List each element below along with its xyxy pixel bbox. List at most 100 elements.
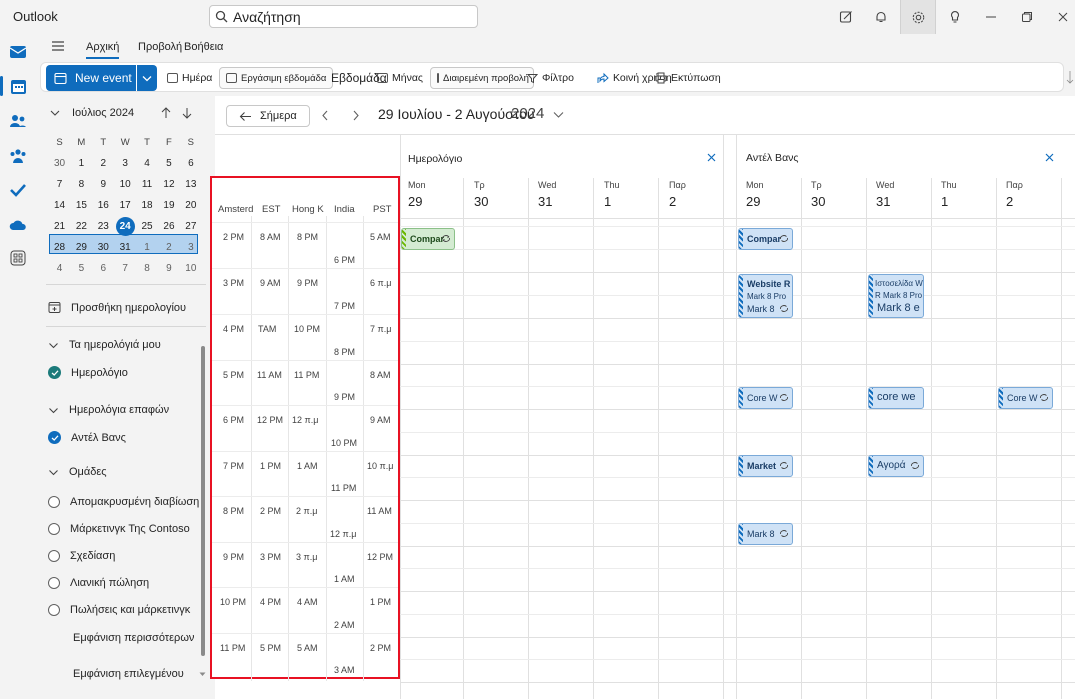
notifications-button[interactable] bbox=[866, 4, 896, 30]
mini-day[interactable]: 8 bbox=[71, 174, 92, 195]
mini-day[interactable]: 1 bbox=[71, 153, 92, 174]
rail-onedrive[interactable] bbox=[8, 215, 28, 235]
mini-day[interactable]: 10 bbox=[115, 174, 136, 195]
mini-day[interactable]: 19 bbox=[158, 195, 179, 216]
new-event-button[interactable]: New event bbox=[46, 65, 136, 91]
mini-day[interactable]: 11 bbox=[137, 174, 158, 195]
mini-day[interactable]: 7 bbox=[115, 258, 136, 279]
rail-groups[interactable] bbox=[8, 146, 28, 166]
show-selected-link[interactable]: Εμφάνιση επιλεγμένου bbox=[73, 668, 184, 680]
group-item[interactable]: Σχεδίαση bbox=[48, 550, 115, 562]
rail-people[interactable] bbox=[8, 111, 28, 131]
mini-day[interactable]: 5 bbox=[71, 258, 92, 279]
add-calendar-link[interactable]: Προσθήκη ημερολογίου bbox=[48, 301, 186, 314]
day-view-button[interactable]: Ημέρα bbox=[167, 67, 212, 89]
tab-home[interactable]: Αρχική bbox=[86, 41, 120, 59]
mini-day[interactable]: 29 bbox=[71, 237, 92, 258]
mini-day[interactable]: 8 bbox=[137, 258, 158, 279]
calendar-event[interactable]: Website R Mark 8 Pro Mark 8 bbox=[738, 274, 793, 318]
tab-view[interactable]: Προβολή bbox=[138, 41, 182, 53]
date-range-dropdown[interactable] bbox=[553, 111, 564, 119]
calendar-event[interactable]: Mark 8 bbox=[738, 523, 793, 545]
mini-day[interactable]: 20 bbox=[180, 195, 201, 216]
calendar-event[interactable]: core we bbox=[868, 387, 924, 409]
next-week-button[interactable] bbox=[352, 110, 360, 121]
mini-day[interactable]: 30 bbox=[93, 237, 114, 258]
calendar-event[interactable]: Core W bbox=[998, 387, 1053, 409]
mini-day[interactable]: 18 bbox=[137, 195, 158, 216]
mini-day[interactable]: 3 bbox=[180, 237, 201, 258]
day-header[interactable]: Παρ 2 bbox=[669, 180, 733, 209]
left-panel-scrollbar[interactable] bbox=[201, 346, 205, 656]
mini-day[interactable]: 26 bbox=[158, 216, 179, 237]
hamburger-menu-button[interactable] bbox=[51, 40, 65, 52]
contact-calendars-section[interactable]: Ημερολόγια επαφών bbox=[48, 404, 169, 416]
rail-mail[interactable] bbox=[8, 41, 28, 61]
mini-day[interactable]: 3 bbox=[115, 153, 136, 174]
month-view-button[interactable]: Μήνας bbox=[377, 67, 423, 89]
group-item[interactable]: Απομακρυσμένη διαβίωση bbox=[48, 496, 199, 508]
mini-day[interactable]: 21 bbox=[49, 216, 70, 237]
mini-day[interactable]: 12 bbox=[158, 174, 179, 195]
mini-day[interactable]: 4 bbox=[137, 153, 158, 174]
calendar-item-contact[interactable]: Αντέλ Βανς bbox=[48, 431, 126, 444]
mini-day[interactable]: 9 bbox=[158, 258, 179, 279]
ribbon-overflow-icon[interactable] bbox=[1066, 70, 1074, 84]
minimize-button[interactable] bbox=[976, 4, 1006, 30]
calendar-event[interactable]: Market bbox=[738, 455, 793, 477]
show-more-link[interactable]: Εμφάνιση περισσότερων bbox=[73, 632, 194, 644]
filter-button[interactable]: Φίλτρο bbox=[527, 67, 574, 89]
groups-section[interactable]: Ομάδες bbox=[48, 466, 107, 478]
mini-day[interactable]: 15 bbox=[71, 195, 92, 216]
search-input[interactable]: Αναζήτηση bbox=[209, 5, 478, 28]
print-button[interactable]: Εκτύπωση bbox=[655, 67, 721, 89]
mini-day[interactable]: 6 bbox=[93, 258, 114, 279]
calendar-item-calendar[interactable]: Ημερολόγιο bbox=[48, 366, 128, 379]
calendar-event[interactable]: Compar bbox=[738, 228, 793, 250]
group-item[interactable]: Λιανική πώληση bbox=[48, 577, 149, 589]
group-item[interactable]: Μάρκετινγκ Της Contoso bbox=[48, 523, 190, 535]
tips-button[interactable] bbox=[940, 4, 970, 30]
mini-day[interactable]: 17 bbox=[115, 195, 136, 216]
mini-day[interactable]: 4 bbox=[49, 258, 70, 279]
mini-day[interactable]: 22 bbox=[71, 216, 92, 237]
mini-day[interactable]: 31 bbox=[115, 237, 136, 258]
mini-day[interactable]: 7 bbox=[49, 174, 70, 195]
calendar-event[interactable]: Ιστοσελίδα Web R Mark 8 Pro Mark 8 e bbox=[868, 274, 924, 318]
split-view-button[interactable]: Διαιρεμένη προβολή bbox=[430, 67, 534, 89]
restore-button[interactable] bbox=[1012, 4, 1042, 30]
mini-day[interactable]: 5 bbox=[158, 153, 179, 174]
calendar-event[interactable]: Core W bbox=[738, 387, 793, 409]
mini-day[interactable]: 2 bbox=[93, 153, 114, 174]
mini-day[interactable]: 13 bbox=[180, 174, 201, 195]
mini-day[interactable]: 27 bbox=[180, 216, 201, 237]
group-item[interactable]: Πωλήσεις και μάρκετινγκ bbox=[48, 604, 190, 616]
calendar-event[interactable]: Αγορά bbox=[868, 455, 924, 477]
today-button[interactable]: Σήμερα bbox=[226, 105, 310, 127]
close-pane-button[interactable] bbox=[1045, 153, 1054, 162]
tab-help[interactable]: Βοήθεια bbox=[184, 41, 223, 53]
my-calendars-section[interactable]: Τα ημερολόγιά μου bbox=[48, 339, 161, 351]
rail-todo[interactable] bbox=[8, 180, 28, 200]
settings-button[interactable] bbox=[900, 0, 936, 34]
mini-day[interactable]: 30 bbox=[49, 153, 70, 174]
prev-month-arrow-icon[interactable] bbox=[161, 107, 171, 119]
mini-day[interactable]: 23 bbox=[93, 216, 114, 237]
calendar-event[interactable]: Compar bbox=[401, 228, 455, 250]
mini-day[interactable]: 6 bbox=[180, 153, 201, 174]
rail-calendar[interactable] bbox=[8, 76, 28, 96]
mini-day[interactable]: 25 bbox=[137, 216, 158, 237]
mini-day[interactable]: 16 bbox=[93, 195, 114, 216]
mini-day-today[interactable]: 24 bbox=[115, 216, 136, 237]
mini-day[interactable]: 10 bbox=[180, 258, 201, 279]
mini-day[interactable]: 2 bbox=[158, 237, 179, 258]
mini-day[interactable]: 14 bbox=[49, 195, 70, 216]
prev-week-button[interactable] bbox=[321, 110, 329, 121]
close-pane-button[interactable] bbox=[707, 153, 716, 162]
rail-apps[interactable] bbox=[8, 248, 28, 268]
work-week-button[interactable]: Εργάσιμη εβδομάδα bbox=[219, 67, 334, 89]
mini-day[interactable]: 9 bbox=[93, 174, 114, 195]
mini-calendar-collapse-icon[interactable] bbox=[50, 108, 60, 118]
new-event-dropdown[interactable] bbox=[137, 65, 157, 91]
compose-note-button[interactable] bbox=[831, 4, 861, 30]
